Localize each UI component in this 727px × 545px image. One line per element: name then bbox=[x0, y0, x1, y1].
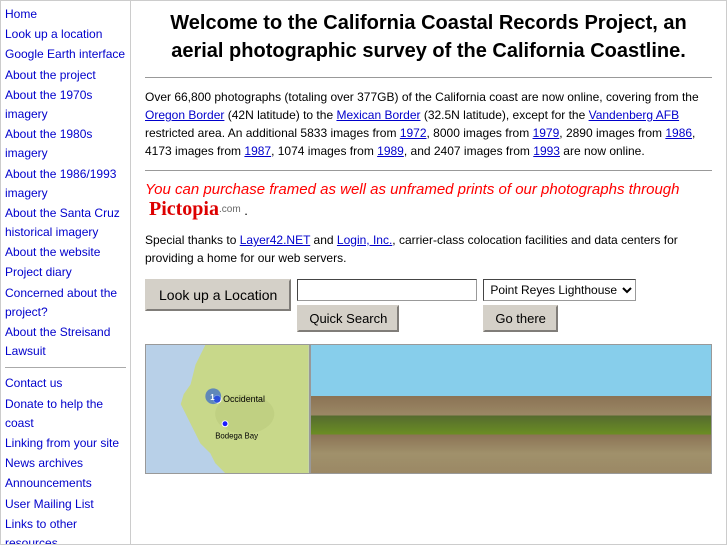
pictopia-com: .com bbox=[219, 204, 241, 215]
year-1987-link[interactable]: 1987 bbox=[244, 144, 271, 158]
year-1989-link[interactable]: 1989 bbox=[377, 144, 404, 158]
page-title: Welcome to the California Coastal Record… bbox=[145, 9, 712, 65]
mailing-list-link[interactable]: User Mailing List bbox=[5, 495, 126, 514]
svg-text:1: 1 bbox=[210, 393, 215, 402]
location-dropdown[interactable]: Point Reyes Lighthouse Bodega Bay Marin … bbox=[483, 279, 636, 301]
divider-mid bbox=[145, 170, 712, 171]
lookup-col1: Look up a Location bbox=[145, 279, 291, 311]
layer42-link[interactable]: Layer42.NET bbox=[240, 233, 310, 247]
about-1970s-link[interactable]: About the 1970s imagery bbox=[5, 86, 126, 124]
project-diary-link[interactable]: Project diary bbox=[5, 263, 126, 282]
linking-link[interactable]: Linking from your site bbox=[5, 434, 126, 453]
mexican-border-link[interactable]: Mexican Border bbox=[336, 108, 420, 122]
go-there-button[interactable]: Go there bbox=[483, 305, 558, 332]
year-1972-link[interactable]: 1972 bbox=[400, 126, 427, 140]
intro-paragraph: Over 66,800 photographs (totaling over 3… bbox=[145, 88, 712, 160]
year-1986-link[interactable]: 1986 bbox=[665, 126, 692, 140]
sidebar-divider-1 bbox=[5, 367, 126, 368]
images-row: Occidental Bodega Bay 1 bbox=[145, 344, 712, 474]
other-resources-link[interactable]: Links to other resources bbox=[5, 515, 126, 544]
quick-search-button[interactable]: Quick Search bbox=[297, 305, 399, 332]
svg-text:Bodega Bay: Bodega Bay bbox=[215, 432, 258, 441]
look-up-location-link[interactable]: Look up a location bbox=[5, 25, 126, 44]
news-link[interactable]: News archives bbox=[5, 454, 126, 473]
purchase-section: You can purchase framed as well as unfra… bbox=[145, 181, 712, 221]
pictopia-logo: Pictopia.com bbox=[149, 198, 241, 221]
about-website-link[interactable]: About the website bbox=[5, 243, 126, 262]
about-1980s-link[interactable]: About the 1980s imagery bbox=[5, 125, 126, 163]
vandenberg-link[interactable]: Vandenberg AFB bbox=[589, 108, 680, 122]
concerned-link[interactable]: Concerned about the project? bbox=[5, 284, 126, 322]
contact-link[interactable]: Contact us bbox=[5, 374, 126, 393]
pictopia-name: Pictopia bbox=[149, 198, 219, 221]
login-link[interactable]: Login, Inc. bbox=[337, 233, 392, 247]
about-project-link[interactable]: About the project bbox=[5, 66, 126, 85]
year-1979-link[interactable]: 1979 bbox=[533, 126, 560, 140]
lookup-col3: Point Reyes Lighthouse Bodega Bay Marin … bbox=[483, 279, 636, 332]
about-santacruz-link[interactable]: About the Santa Cruz historical imagery bbox=[5, 204, 126, 242]
main-content: Welcome to the California Coastal Record… bbox=[131, 1, 726, 544]
sidebar: Home Look up a location Google Earth int… bbox=[1, 1, 131, 544]
period: . bbox=[244, 203, 248, 218]
map-svg: Occidental Bodega Bay 1 bbox=[146, 345, 309, 473]
year-1993-link[interactable]: 1993 bbox=[533, 144, 560, 158]
coastal-photo bbox=[310, 344, 712, 474]
home-link[interactable]: Home bbox=[5, 5, 126, 24]
special-thanks-paragraph: Special thanks to Layer42.NET and Login,… bbox=[145, 231, 712, 267]
announcements-link[interactable]: Announcements bbox=[5, 474, 126, 493]
about-1986-link[interactable]: About the 1986/1993 imagery bbox=[5, 165, 126, 203]
google-earth-link[interactable]: Google Earth interface bbox=[5, 45, 126, 64]
donate-link[interactable]: Donate to help the coast bbox=[5, 395, 126, 433]
lookup-button[interactable]: Look up a Location bbox=[145, 279, 291, 311]
map-container: Occidental Bodega Bay 1 bbox=[145, 344, 310, 474]
svg-text:Occidental: Occidental bbox=[223, 394, 265, 404]
streisand-link[interactable]: About the Streisand Lawsuit bbox=[5, 323, 126, 361]
lookup-input[interactable] bbox=[297, 279, 477, 301]
purchase-text: You can purchase framed as well as unfra… bbox=[145, 181, 680, 198]
lookup-section: Look up a Location Quick Search Point Re… bbox=[145, 279, 712, 332]
oregon-border-link[interactable]: Oregon Border bbox=[145, 108, 224, 122]
lookup-col2: Quick Search bbox=[297, 279, 477, 332]
divider-top bbox=[145, 77, 712, 78]
